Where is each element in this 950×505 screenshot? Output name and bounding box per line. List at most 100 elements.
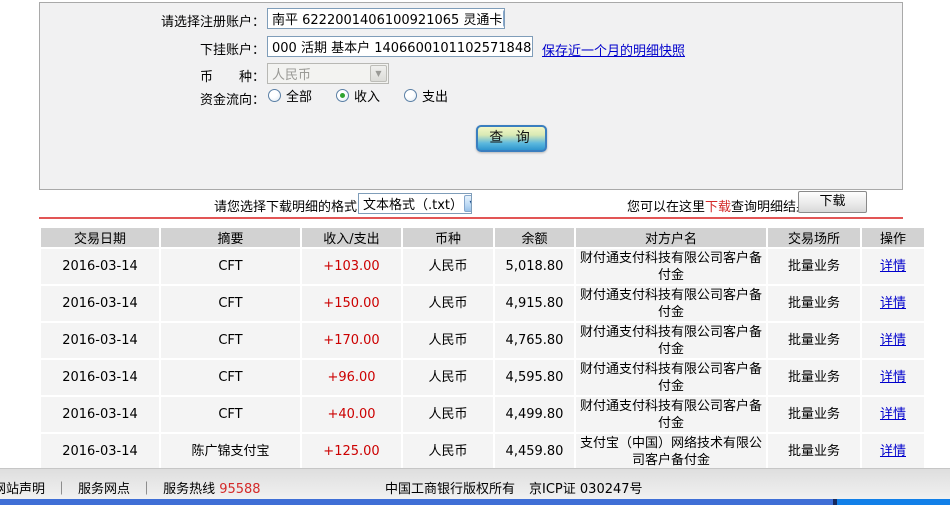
- radio-circle-icon[interactable]: [268, 89, 281, 102]
- footer-separator: ｜: [140, 482, 154, 497]
- section-divider: [39, 217, 903, 219]
- radio-label: 全部: [286, 90, 313, 105]
- register-account-value: 南平 6222001406100921065 灵通卡: [272, 13, 503, 28]
- footer-link-statement[interactable]: 网站声明: [0, 482, 45, 497]
- cell-summary: CFT: [161, 249, 300, 284]
- cell-amount: +150.00: [302, 286, 401, 321]
- download-button[interactable]: 下载: [798, 191, 867, 213]
- sub-account-select[interactable]: 000 活期 基本户 1406600101102571848 ▼: [267, 36, 533, 57]
- cell-date: 2016-03-14: [41, 360, 159, 395]
- save-snapshot-link[interactable]: 保存近一个月的明细快照: [542, 40, 685, 59]
- cell-place: 批量业务: [768, 286, 860, 321]
- footer-copyright-block: 中国工商银行版权所有 京ICP证 030247号: [385, 478, 643, 497]
- transaction-query-page: 请选择注册账户： 南平 6222001406100921065 灵通卡 ▼ 下挂…: [0, 0, 950, 505]
- footer-links: 网站声明 ｜ 服务网点 ｜ 服务热线 95588: [0, 478, 261, 497]
- cell-balance: 4,595.80: [495, 360, 574, 395]
- cell-place: 批量业务: [768, 249, 860, 284]
- cell-amount: +96.00: [302, 360, 401, 395]
- cell-date: 2016-03-14: [41, 323, 159, 358]
- hotline-label: 服务热线: [163, 482, 216, 497]
- radio-circle-icon[interactable]: [336, 89, 350, 102]
- cell-summary: CFT: [161, 286, 300, 321]
- download-format-label: 请您选择下载明细的格式: [213, 200, 357, 215]
- download-inline-link[interactable]: 下载: [705, 200, 731, 215]
- table-row: 2016-03-14 CFT +170.00 人民币 4,765.80 财付通支付科技有限…: [41, 323, 924, 358]
- cell-date: 2016-03-14: [41, 286, 159, 321]
- chevron-down-icon[interactable]: ▼: [503, 10, 504, 27]
- copyright-text: 中国工商银行版权所有: [385, 482, 516, 497]
- cell-action: 详情: [862, 249, 924, 284]
- footer-link-branches[interactable]: 服务网点: [78, 482, 130, 497]
- download-hint-prefix: 您可以在这里: [627, 200, 706, 215]
- cell-summary: CFT: [161, 360, 300, 395]
- radio-income[interactable]: 收入: [336, 86, 380, 105]
- footer: 网站声明 ｜ 服务网点 ｜ 服务热线 95588 中国工商银行版权所有京ICP证 030…: [0, 468, 950, 499]
- query-button[interactable]: 查 询: [476, 125, 547, 152]
- table-row: 2016-03-14 CFT +96.00 人民币 4,595.80 财付通支付科技有限公…: [41, 360, 924, 395]
- radio-all[interactable]: 全部: [268, 86, 312, 105]
- hotline-number: 95588: [219, 482, 261, 497]
- table-header-row: 交易日期 摘要 收入/支出 币种 余额 对方户名 交易场所 操作: [41, 228, 924, 247]
- radio-circle-icon[interactable]: [404, 89, 418, 102]
- column-header: 操作: [862, 228, 924, 247]
- cell-action: 详情: [862, 360, 924, 395]
- footer-separator: ｜: [55, 482, 69, 497]
- icp-number: 京ICP证 030247号: [529, 482, 643, 497]
- cell-amount: +170.00: [302, 323, 401, 358]
- cell-place: 批量业务: [768, 434, 860, 469]
- detail-link[interactable]: 详情: [880, 444, 906, 459]
- cell-balance: 4,459.80: [495, 434, 574, 469]
- cell-date: 2016-03-14: [41, 434, 159, 469]
- cell-currency: 人民币: [403, 323, 493, 358]
- cell-action: 详情: [862, 434, 924, 469]
- register-account-select[interactable]: 南平 6222001406100921065 灵通卡 ▼: [267, 8, 505, 29]
- table-row: 2016-03-14 陈广锦支付宝 +125.00 人民币 4,459.80 支付宝（中国…: [41, 434, 924, 469]
- column-header: 余额: [495, 228, 574, 247]
- blue-bar-right-segment: [837, 499, 950, 505]
- cell-summary: 陈广锦支付宝: [161, 434, 300, 469]
- cell-summary: CFT: [161, 323, 300, 358]
- chevron-down-icon[interactable]: ▼: [464, 195, 471, 212]
- detail-link[interactable]: 详情: [880, 296, 906, 311]
- cell-place: 批量业务: [768, 323, 860, 358]
- column-header: 交易日期: [41, 228, 159, 247]
- currency-select: 人民币 ▼: [267, 63, 389, 84]
- table-row: 2016-03-14 CFT +40.00 人民币 4,499.80 财付通支付科技有限公…: [41, 397, 924, 432]
- fund-flow-radiogroup: 全部 收入 支出: [268, 86, 472, 105]
- detail-link[interactable]: 详情: [880, 407, 906, 422]
- cell-counterparty: 财付通支付科技有限公司客户备付金: [576, 323, 766, 358]
- cell-amount: +103.00: [302, 249, 401, 284]
- cell-currency: 人民币: [403, 249, 493, 284]
- transactions-tbody: 2016-03-14 CFT +103.00 人民币 5,018.80 财付通支付科技有限…: [41, 249, 924, 469]
- detail-link[interactable]: 详情: [880, 333, 906, 348]
- column-header: 对方户名: [576, 228, 766, 247]
- cell-amount: +40.00: [302, 397, 401, 432]
- column-header: 币种: [403, 228, 493, 247]
- fund-flow-label: 资金流向：: [199, 93, 265, 108]
- cell-counterparty: 财付通支付科技有限公司客户备付金: [576, 249, 766, 284]
- radio-expense[interactable]: 支出: [404, 86, 448, 105]
- chevron-down-icon[interactable]: ▼: [532, 38, 533, 55]
- table-row: 2016-03-14 CFT +103.00 人民币 5,018.80 财付通支付科技有限…: [41, 249, 924, 284]
- cell-counterparty: 支付宝（中国）网络技术有限公司客户备付金: [576, 434, 766, 469]
- detail-link[interactable]: 详情: [880, 259, 906, 274]
- cell-currency: 人民币: [403, 286, 493, 321]
- cell-counterparty: 财付通支付科技有限公司客户备付金: [576, 360, 766, 395]
- chevron-down-icon: ▼: [370, 65, 387, 82]
- cell-currency: 人民币: [403, 360, 493, 395]
- cell-balance: 4,499.80: [495, 397, 574, 432]
- sub-account-value: 000 活期 基本户 1406600101102571848: [272, 41, 532, 56]
- cell-action: 详情: [862, 323, 924, 358]
- detail-link[interactable]: 详情: [880, 370, 906, 385]
- cell-action: 详情: [862, 286, 924, 321]
- column-header: 收入/支出: [302, 228, 401, 247]
- cell-place: 批量业务: [768, 360, 860, 395]
- table-row: 2016-03-14 CFT +150.00 人民币 4,915.80 财付通支付科技有限…: [41, 286, 924, 321]
- download-format-select[interactable]: 文本格式（.txt） ▼: [358, 193, 472, 214]
- download-hint: 您可以在这里下载查询明细结果: [627, 196, 809, 215]
- cell-amount: +125.00: [302, 434, 401, 469]
- cell-balance: 4,915.80: [495, 286, 574, 321]
- transactions-table: 交易日期 摘要 收入/支出 币种 余额 对方户名 交易场所 操作 2016-03-14 CFT +…: [39, 226, 926, 471]
- currency-value: 人民币: [272, 68, 312, 83]
- currency-label: 币 种：: [199, 70, 265, 85]
